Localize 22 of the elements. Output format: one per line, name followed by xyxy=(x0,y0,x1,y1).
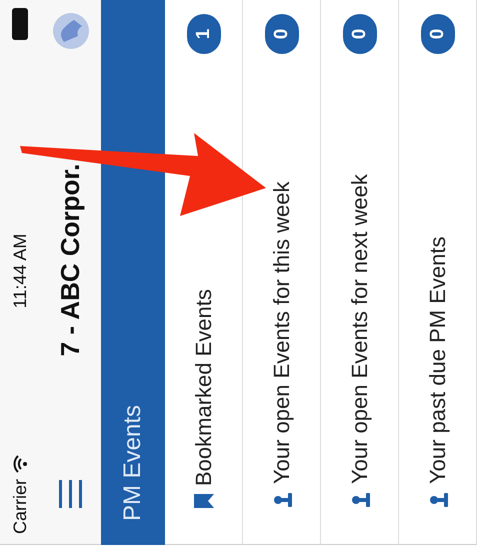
carrier-label: Carrier xyxy=(10,478,30,534)
wifi-icon xyxy=(13,454,27,473)
count-badge: 0 xyxy=(342,14,376,54)
item-label: Your open Events for this week xyxy=(268,180,294,484)
section-header: PM Events xyxy=(119,404,148,521)
list-item[interactable]: Your open Events for next week 0 xyxy=(321,0,399,545)
count-badge: 0 xyxy=(264,14,298,54)
person-icon xyxy=(428,492,448,508)
battery-icon xyxy=(12,8,28,40)
bookmark-icon xyxy=(194,494,214,508)
person-icon xyxy=(272,492,292,508)
item-label: Your past due PM Events xyxy=(424,236,450,484)
globe-icon[interactable] xyxy=(52,12,90,50)
time-label: 11:44 AM xyxy=(10,234,30,308)
menu-icon[interactable] xyxy=(58,480,84,508)
item-label: Your open Events for next week xyxy=(346,173,372,484)
list-item[interactable]: Your past due PM Events 0 xyxy=(399,0,477,545)
person-icon xyxy=(350,492,370,508)
item-label: Bookmarked Events xyxy=(190,288,216,486)
count-badge: 0 xyxy=(420,14,454,54)
screen-title: 7 - ABC Corpor. xyxy=(55,164,86,356)
count-badge: 1 xyxy=(186,14,220,54)
